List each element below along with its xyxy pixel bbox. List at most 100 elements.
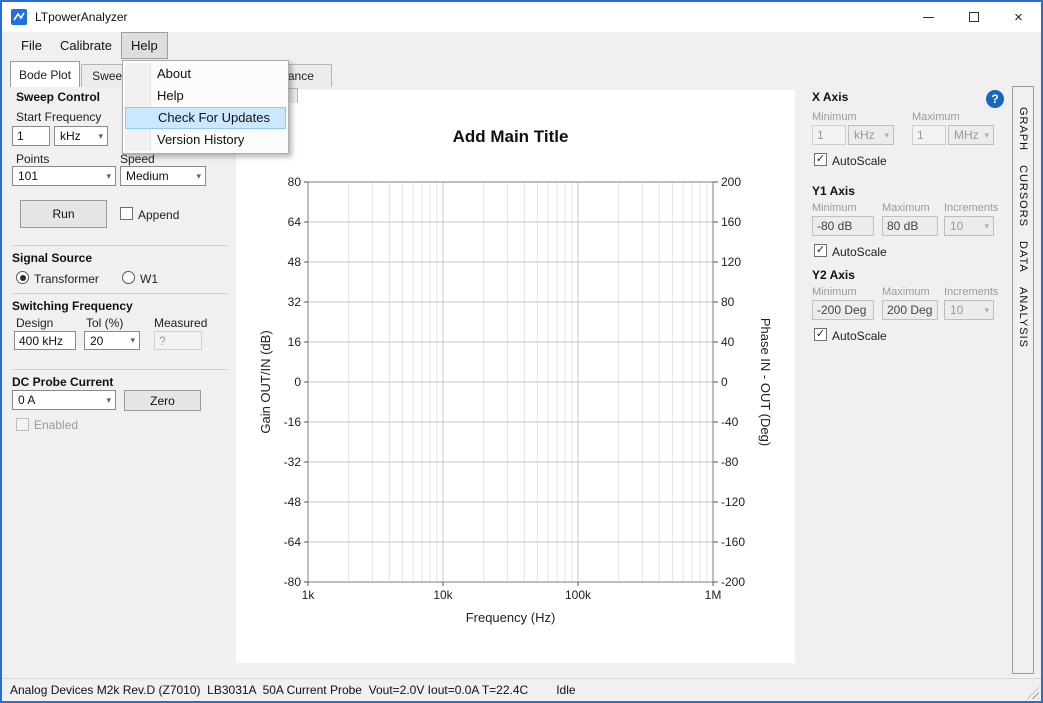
w1-radio[interactable] [122, 271, 135, 284]
menu-item-version-history[interactable]: Version History [125, 129, 286, 151]
svg-text:-16: -16 [284, 415, 302, 429]
svg-text:Phase IN - OUT (Deg): Phase IN - OUT (Deg) [758, 318, 773, 446]
side-tab-analysis[interactable]: ANALYSIS [1017, 287, 1029, 348]
status-bar: Analog Devices M2k Rev.D (Z7010) LB3031A… [2, 678, 1041, 701]
svg-text:-32: -32 [284, 455, 302, 469]
design-label: Design [16, 316, 53, 330]
y1-min-label: Minimum [812, 202, 857, 214]
y2-max-input [882, 300, 938, 320]
zero-button[interactable]: Zero [124, 390, 201, 411]
y1-autoscale-checkbox[interactable]: ✓ [814, 244, 827, 257]
x-max-unit-combo: MHz ▾ [948, 125, 994, 145]
window-title: LTpowerAnalyzer [35, 10, 127, 24]
append-label: Append [138, 208, 179, 222]
graph-panel: 8020064160481203280164000-16-40-32-80-48… [236, 90, 795, 663]
start-frequency-input[interactable] [12, 126, 50, 146]
bode-plot-chart: 8020064160481203280164000-16-40-32-80-48… [236, 90, 795, 663]
svg-text:-48: -48 [284, 495, 302, 509]
y2-autoscale-checkbox[interactable]: ✓ [814, 328, 827, 341]
side-tab-strip: GRAPH CURSORS DATA ANALYSIS [1012, 86, 1034, 674]
signal-source-title: Signal Source [12, 251, 92, 265]
y1-axis-title: Y1 Axis [812, 184, 855, 198]
svg-text:-80: -80 [284, 575, 302, 589]
check-icon: ✓ [816, 154, 825, 165]
resize-grip[interactable] [1027, 687, 1039, 699]
points-combo[interactable]: 101 ▾ [12, 166, 116, 186]
svg-text:16: 16 [288, 335, 302, 349]
chevron-down-icon: ▾ [984, 305, 989, 316]
points-value: 101 [18, 169, 38, 183]
svg-text:-160: -160 [721, 535, 745, 549]
svg-text:-200: -200 [721, 575, 745, 589]
transformer-radio-label: Transformer [34, 272, 99, 286]
divider [12, 245, 228, 246]
speed-combo[interactable]: Medium ▾ [120, 166, 206, 186]
chevron-down-icon: ▾ [984, 130, 989, 141]
x-min-input [812, 125, 846, 145]
tol-combo[interactable]: 20 ▾ [84, 331, 140, 350]
menu-item-about[interactable]: About [125, 63, 286, 85]
close-icon: × [1014, 10, 1023, 25]
design-input[interactable] [14, 331, 76, 350]
title-bar: LTpowerAnalyzer × [2, 2, 1041, 32]
side-tab-graph[interactable]: GRAPH [1017, 107, 1029, 151]
x-autoscale-checkbox[interactable]: ✓ [814, 153, 827, 166]
sweep-control-title: Sweep Control [16, 90, 100, 104]
dc-probe-current-combo[interactable]: 0 A ▾ [12, 390, 116, 410]
y2-min-label: Minimum [812, 286, 857, 298]
device-status-text: Analog Devices M2k Rev.D (Z7010) LB3031A… [10, 683, 528, 697]
y1-autoscale-label: AutoScale [832, 245, 887, 259]
check-icon: ✓ [816, 329, 825, 340]
y1-max-input [882, 216, 938, 236]
y2-increments-value: 10 [950, 303, 963, 317]
menu-bar: File Calibrate Help [2, 32, 1041, 59]
maximize-button[interactable] [951, 2, 996, 32]
menu-item-help[interactable]: Help [125, 85, 286, 107]
svg-text:80: 80 [288, 175, 302, 189]
x-min-unit-value: kHz [854, 128, 875, 142]
start-frequency-label: Start Frequency [16, 110, 101, 124]
points-label: Points [16, 152, 49, 166]
tol-value: 20 [90, 334, 103, 348]
svg-text:10k: 10k [433, 588, 453, 602]
menu-file[interactable]: File [12, 32, 51, 59]
dc-probe-current-value: 0 A [18, 393, 35, 407]
run-button[interactable]: Run [20, 200, 107, 228]
start-frequency-unit-combo[interactable]: kHz ▾ [54, 126, 108, 146]
y1-increments-combo: 10 ▾ [944, 216, 994, 236]
side-tab-data[interactable]: DATA [1017, 241, 1029, 273]
svg-text:0: 0 [721, 375, 728, 389]
chevron-down-icon: ▾ [884, 130, 889, 141]
speed-value: Medium [126, 169, 169, 183]
enabled-label: Enabled [34, 418, 78, 432]
y1-min-input [812, 216, 874, 236]
divider [12, 369, 228, 370]
append-checkbox[interactable] [120, 207, 133, 220]
svg-text:64: 64 [288, 215, 302, 229]
minimize-button[interactable] [906, 2, 951, 32]
chevron-down-icon: ▾ [984, 221, 989, 232]
menu-help[interactable]: Help [121, 32, 168, 59]
transformer-radio[interactable] [16, 271, 29, 284]
dc-probe-current-title: DC Probe Current [12, 375, 113, 389]
menu-calibrate[interactable]: Calibrate [51, 32, 121, 59]
side-tab-cursors[interactable]: CURSORS [1017, 165, 1029, 227]
svg-text:-80: -80 [721, 455, 739, 469]
menu-item-check-for-updates[interactable]: Check For Updates [125, 107, 286, 129]
y1-increments-value: 10 [950, 219, 963, 233]
svg-text:120: 120 [721, 255, 741, 269]
app-icon [11, 9, 27, 25]
minimize-icon [923, 17, 934, 18]
close-button[interactable]: × [996, 2, 1041, 32]
radio-dot [20, 275, 26, 281]
tab-bode-plot[interactable]: Bode Plot [10, 61, 80, 87]
help-icon[interactable]: ? [986, 90, 1004, 108]
x-axis-title: X Axis [812, 90, 848, 104]
w1-radio-label: W1 [140, 272, 158, 286]
measured-value-box: ? [154, 331, 202, 350]
svg-text:160: 160 [721, 215, 741, 229]
start-frequency-unit-value: kHz [60, 129, 81, 143]
svg-text:1k: 1k [302, 588, 316, 602]
window-controls: × [906, 2, 1041, 32]
divider [12, 293, 228, 294]
